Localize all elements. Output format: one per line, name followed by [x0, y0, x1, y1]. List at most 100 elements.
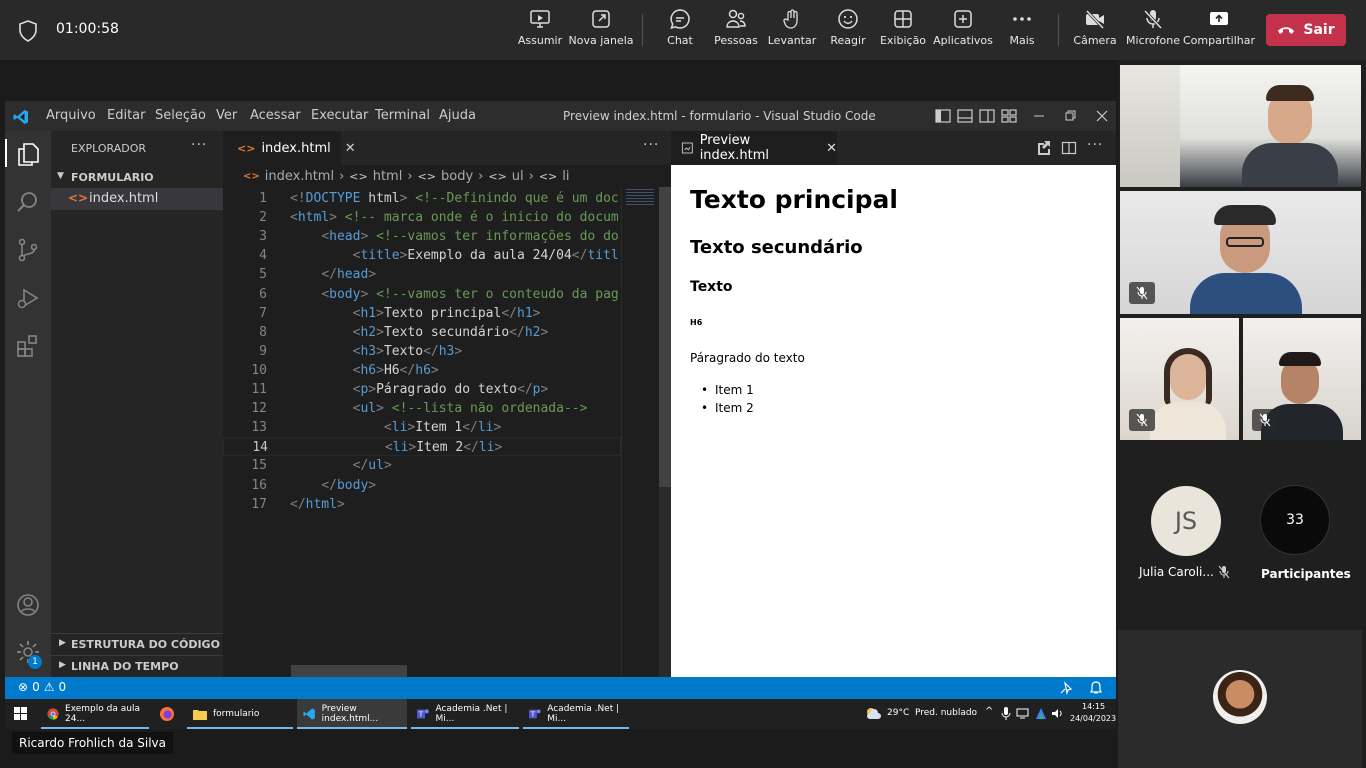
code-line[interactable]: 4 <title>Exemplo da aula 24/04</title>	[223, 246, 621, 265]
participant-video-4[interactable]	[1243, 318, 1361, 440]
weather-text[interactable]: 29°C Pred. nublado	[887, 708, 977, 718]
code-line[interactable]: 13 <li>Item 1</li>	[223, 418, 621, 437]
toggle-secondary-sidebar-icon[interactable]	[978, 107, 996, 125]
minimap[interactable]	[621, 187, 655, 677]
outline-section[interactable]: ESTRUTURA DO CÓDIGO	[71, 638, 220, 651]
task-chrome[interactable]: Exemplo da aula 24...	[41, 699, 149, 729]
task-teams-2[interactable]: T Academia .Net | Mi...	[523, 699, 629, 729]
code-line[interactable]: 16 </body>	[223, 476, 621, 495]
leave-meeting-button[interactable]: Sair	[1266, 14, 1346, 46]
code-line[interactable]: 5 </head>	[223, 265, 621, 284]
menu-acessar[interactable]: Acessar	[250, 108, 301, 123]
code-line[interactable]: 6 <body> <!--vamos ter o conteudo da pag…	[223, 285, 621, 304]
nova-janela-button[interactable]: Nova janela	[568, 8, 634, 54]
reagir-button[interactable]: Reagir	[829, 8, 867, 54]
live-share-icon[interactable]	[1059, 681, 1073, 695]
tab-index-html[interactable]: <> index.html ✕	[223, 131, 356, 165]
code-line[interactable]: 14 <li>Item 2</li>	[223, 437, 621, 457]
code-line[interactable]: 11 <p>Páragrado do texto</p>	[223, 380, 621, 399]
microphone-tray-icon[interactable]	[1001, 707, 1011, 720]
tab-preview-index[interactable]: Preview index.html ✕	[671, 131, 837, 165]
clock-time[interactable]: 14:15	[1082, 702, 1105, 711]
close-window-icon[interactable]	[1093, 107, 1111, 125]
timeline-section[interactable]: LINHA DO TEMPO	[71, 660, 179, 673]
code-line[interactable]: 12 <ul> <!--lista não ordenada-->	[223, 399, 621, 418]
customize-layout-icon[interactable]	[1000, 107, 1018, 125]
weather-cloud-icon	[867, 708, 881, 719]
firefox-icon[interactable]	[159, 706, 175, 722]
breadcrumb-li[interactable]: li	[562, 169, 569, 184]
toggle-sidebar-icon[interactable]	[934, 107, 952, 125]
menu-arquivo[interactable]: Arquivo	[46, 108, 96, 123]
participant-video-1[interactable]	[1120, 65, 1361, 187]
breadcrumb-body[interactable]: body	[441, 169, 473, 184]
pessoas-button[interactable]: Pessoas	[714, 8, 758, 54]
code-line[interactable]: 1 <!DOCTYPE html> <!--Definindo que é um …	[223, 189, 621, 208]
account-icon[interactable]	[15, 592, 41, 618]
menu-ver[interactable]: Ver	[216, 108, 237, 123]
code-line[interactable]: 10 <h6>H6</h6>	[223, 361, 621, 380]
code-area[interactable]: 1 <!DOCTYPE html> <!--Definindo que é um …	[223, 187, 671, 677]
breadcrumb-html[interactable]: html	[373, 169, 403, 184]
folder-formulario[interactable]: FORMULARIO	[71, 171, 154, 184]
compartilhar-button[interactable]: Compartilhar	[1183, 8, 1255, 54]
breadcrumb-ul[interactable]: ul	[512, 169, 524, 184]
windows-start-icon[interactable]	[14, 707, 27, 720]
task-teams-1[interactable]: T Academia .Net | Mi...	[411, 699, 519, 729]
vertical-scrollbar[interactable]	[659, 187, 671, 677]
menu-executar[interactable]: Executar	[311, 108, 368, 123]
code-line[interactable]: 17 </html>	[223, 495, 621, 514]
close-tab-icon[interactable]: ✕	[345, 141, 356, 156]
open-source-icon[interactable]	[1035, 140, 1051, 156]
avatar-js[interactable]: JS	[1151, 486, 1221, 556]
camera-button[interactable]: Câmera	[1073, 8, 1117, 54]
menu-editar[interactable]: Editar	[107, 108, 146, 123]
close-tab-icon[interactable]: ✕	[826, 141, 837, 156]
self-video-tile[interactable]	[1118, 630, 1362, 768]
run-debug-icon[interactable]	[15, 285, 41, 311]
code-line[interactable]: 2 <html> <!-- marca onde é o inicio do do…	[223, 208, 621, 227]
menu-selecao[interactable]: Seleção	[155, 108, 206, 123]
notification-bell-icon[interactable]	[1089, 681, 1103, 695]
menu-terminal[interactable]: Terminal	[375, 108, 430, 123]
app-tray-icon[interactable]	[1035, 707, 1047, 720]
horizontal-scrollbar-thumb[interactable]	[291, 665, 407, 677]
scrollbar-thumb[interactable]	[659, 187, 671, 487]
code-line[interactable]: 15 </ul>	[223, 456, 621, 475]
code-line[interactable]: 8 <h2>Texto secundário</h2>	[223, 323, 621, 342]
split-editor-icon[interactable]	[1061, 140, 1077, 156]
extensions-icon[interactable]	[15, 333, 41, 359]
explorer-more-icon[interactable]: ···	[191, 137, 207, 153]
editor-more-icon[interactable]: ···	[643, 137, 659, 153]
participants-count-avatar[interactable]: 33	[1260, 485, 1330, 555]
restore-icon[interactable]	[1061, 107, 1079, 125]
volume-icon[interactable]	[1051, 708, 1063, 719]
file-item-index-html[interactable]: <> index.html	[51, 188, 223, 210]
problems-indicator[interactable]: ⊗ 0 ⚠ 0	[18, 680, 66, 694]
exibicao-button[interactable]: Exibição	[880, 8, 926, 54]
menu-ajuda[interactable]: Ajuda	[439, 108, 476, 123]
mais-button[interactable]: Mais	[1006, 8, 1038, 54]
search-icon[interactable]	[15, 189, 41, 215]
participant-video-2[interactable]	[1120, 191, 1361, 314]
code-line[interactable]: 7 <h1>Texto principal</h1>	[223, 304, 621, 323]
aplicativos-button[interactable]: Aplicativos	[933, 8, 993, 54]
chevron-up-icon[interactable]: ^	[985, 706, 993, 717]
task-file-explorer[interactable]: formulario	[187, 699, 293, 729]
source-control-icon[interactable]	[15, 237, 41, 263]
task-vscode[interactable]: Preview index.html...	[297, 699, 407, 729]
preview-more-icon[interactable]: ···	[1087, 137, 1103, 153]
chat-button[interactable]: Chat	[663, 8, 697, 54]
microfone-button[interactable]: Microfone	[1126, 8, 1180, 54]
explorer-files-icon[interactable]	[15, 141, 41, 167]
toggle-panel-icon[interactable]	[956, 107, 974, 125]
minimize-icon[interactable]	[1030, 107, 1048, 125]
participant-video-3[interactable]	[1120, 318, 1239, 440]
code-line[interactable]: 9 <h3>Texto</h3>	[223, 342, 621, 361]
assumir-button[interactable]: Assumir	[518, 8, 562, 54]
network-icon[interactable]	[1016, 708, 1029, 719]
code-line[interactable]: 3 <head> <!--vamos ter informações do do…	[223, 227, 621, 246]
clock-date[interactable]: 24/04/2023	[1070, 714, 1116, 723]
levantar-mao-button[interactable]: Levantar	[768, 8, 816, 54]
breadcrumb-file[interactable]: index.html	[265, 169, 334, 184]
